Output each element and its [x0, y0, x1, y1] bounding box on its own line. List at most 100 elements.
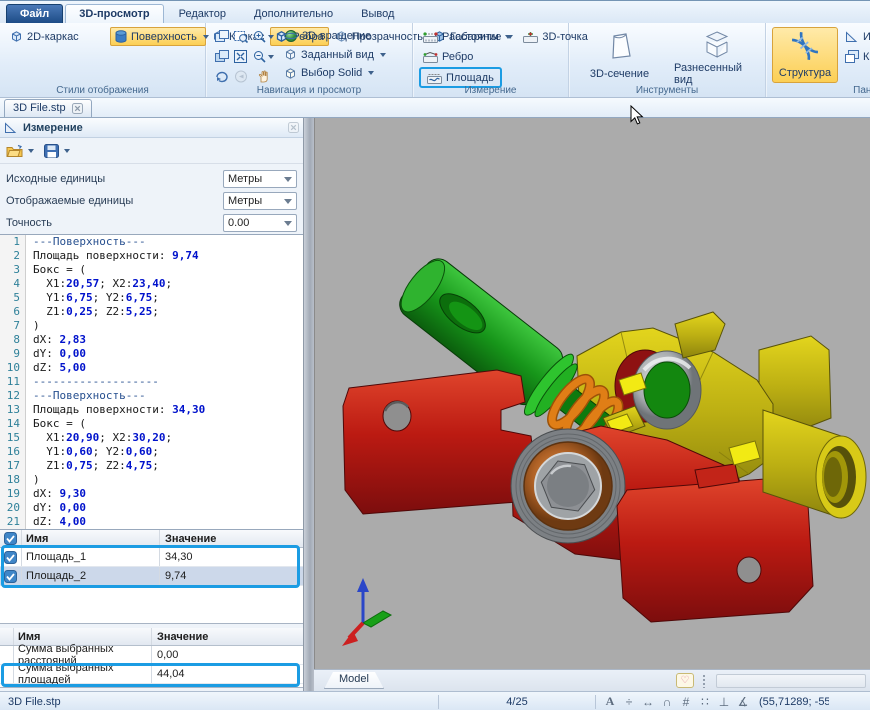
ribbon: 2D-каркас Поверхность Каркас Ребра Прозр… [0, 23, 870, 98]
mouse-cursor [630, 105, 644, 126]
code-text: X1:20,90; X2:30,20; [33, 431, 173, 444]
zoom-window-icon[interactable] [231, 28, 250, 46]
row-checkbox[interactable] [0, 548, 22, 566]
code-text: Бокс = ( [33, 417, 86, 430]
solid-cube-icon [284, 67, 297, 80]
close-tab-icon[interactable] [71, 102, 83, 114]
structure-button[interactable]: Структура [772, 27, 838, 83]
panel-splitter[interactable] [303, 118, 314, 691]
close-panel-icon[interactable] [288, 122, 299, 133]
surface-button[interactable]: Поверхность [110, 27, 209, 46]
save-measurements-button[interactable] [44, 143, 70, 158]
code-line: 13 Площадь поверхности: 34,30 [0, 403, 303, 417]
dna-structure-icon [790, 31, 820, 61]
pan-hand-icon[interactable] [250, 68, 276, 86]
select-solid-button[interactable]: Выбор Solid [280, 64, 378, 82]
menu-tab-output[interactable]: Вывод [348, 5, 407, 23]
code-line: 5 Y1:6,75; Y2:6,75; [0, 291, 303, 305]
group-label: Пане [853, 85, 870, 96]
grid-icon[interactable]: # [680, 695, 692, 709]
cascade-views-icon[interactable] [212, 28, 231, 46]
display-units-label: Отображаемые единицы [6, 195, 134, 207]
code-line: 15 X1:20,90; X2:30,20; [0, 431, 303, 445]
status-file-name: 3D File.stp [8, 695, 61, 708]
ruler-edge-icon [423, 51, 438, 63]
code-text: dY: 0,00 [33, 347, 86, 360]
code-line: 1 ---Поверхность--- [0, 235, 303, 249]
ortho-icon[interactable]: ⊥ [718, 695, 730, 709]
line-number: 6 [0, 305, 26, 319]
zoom-out-icon[interactable] [250, 48, 276, 66]
distance-button[interactable]: Расстояние [419, 27, 517, 46]
units-fields: Исходные единицы Метры Отображаемые един… [0, 164, 303, 234]
code-text: ) [33, 319, 40, 332]
application-window: Файл 3D-просмотр Редактор Дополнительно … [0, 0, 870, 710]
select-all-checkbox[interactable] [0, 530, 22, 547]
area-button[interactable]: Площадь [423, 69, 498, 86]
object-snap-icon[interactable]: ∩ [661, 695, 673, 709]
commands-panel-button[interactable]: К [841, 47, 870, 66]
line-number: 15 [0, 431, 26, 445]
code-line: 10 dZ: 5,00 [0, 361, 303, 375]
zoom-fit-icon[interactable] [231, 48, 250, 66]
line-number: 13 [0, 403, 26, 417]
document-tab[interactable]: 3D File.stp [4, 99, 92, 117]
precision-select[interactable]: 0.00 [223, 214, 297, 232]
open-measurements-button[interactable] [6, 144, 34, 158]
model-tab[interactable]: Model [324, 672, 384, 689]
preset-view-button[interactable]: Заданный вид [280, 46, 378, 64]
measurement-log[interactable]: 1 ---Поверхность--- 2 Площадь поверхности: … [0, 234, 303, 530]
menu-tab-advanced[interactable]: Дополнительно [241, 5, 346, 23]
status-toggles: A ÷ ↔ ∩ # ∷ ⊥ ∡ [604, 694, 749, 709]
menu-tab-editor[interactable]: Редактор [166, 5, 239, 23]
section-3d-button[interactable]: 3D-сечение [575, 27, 664, 83]
column-header-name[interactable]: Имя [22, 530, 160, 547]
favorites-icon[interactable]: ♡ [676, 673, 694, 688]
menu-tab-3d-view[interactable]: 3D-просмотр [65, 4, 164, 23]
snap-center-icon[interactable]: ÷ [623, 695, 635, 709]
menu-bar: Файл 3D-просмотр Редактор Дополнительно … [0, 1, 870, 23]
line-number: 8 [0, 333, 26, 347]
polar-tracking-icon[interactable]: ∡ [737, 695, 749, 709]
exploded-view-button[interactable]: Разнесенный вид [672, 27, 761, 86]
cylinder-icon [115, 30, 127, 43]
code-text: dY: 0,00 [33, 501, 86, 514]
text-style-icon[interactable]: A [604, 694, 616, 709]
code-line: 17 Z1:0,75; Z2:4,75; [0, 459, 303, 473]
edge-button[interactable]: Ребро [419, 47, 477, 66]
status-bar: 3D File.stp 4/25 A ÷ ↔ ∩ # ∷ ⊥ ∡ (55,712… [0, 691, 870, 710]
display-units-select[interactable]: Метры [223, 192, 297, 210]
wireframe-2d-button[interactable]: 2D-каркас [6, 27, 108, 46]
code-text: Y1:0,60; Y2:0,60; [33, 445, 159, 458]
orbit-icon [284, 29, 298, 43]
snap-distance-icon[interactable]: ↔ [642, 695, 654, 709]
previous-view-icon[interactable] [231, 68, 250, 86]
view-cube-icon [284, 48, 297, 61]
column-header-value[interactable]: Значение [160, 530, 303, 547]
group-label: Навигация и просмотр [256, 85, 362, 96]
gallery-more-icon[interactable] [380, 52, 387, 57]
menu-tab-file[interactable]: Файл [6, 4, 64, 23]
code-text: Z1:0,75; Z2:4,75; [33, 459, 159, 472]
rotation-3d-button[interactable]: 3D-вращение [280, 27, 378, 45]
rotate-view-icon[interactable] [212, 68, 231, 86]
table-row[interactable]: Площадь_2 9,74 [0, 567, 303, 586]
grip-handle[interactable] [702, 673, 706, 688]
code-text: Площадь поверхности: 9,74 [33, 249, 199, 262]
table-row[interactable]: Площадь_1 34,30 [0, 548, 303, 567]
exploded-view-icon [700, 30, 734, 62]
line-number: 19 [0, 487, 26, 501]
3d-model[interactable] [315, 118, 870, 669]
code-line: 2 Площадь поверхности: 9,74 [0, 249, 303, 263]
horizontal-scrollbar[interactable] [716, 673, 866, 688]
source-units-select[interactable]: Метры [223, 170, 297, 188]
3d-viewport[interactable] [314, 118, 870, 669]
column-header-value[interactable]: Значение [152, 628, 303, 645]
snap-grid-icon[interactable]: ∷ [699, 695, 711, 709]
chevron-down-icon [64, 148, 70, 153]
row-checkbox[interactable] [0, 567, 22, 585]
pan-views-icon[interactable] [212, 48, 231, 66]
zoom-in-icon[interactable] [250, 28, 276, 46]
measurements-panel-button[interactable]: И [841, 27, 870, 46]
table-row[interactable]: Сумма выбранных площадей 44,04 [0, 662, 303, 686]
